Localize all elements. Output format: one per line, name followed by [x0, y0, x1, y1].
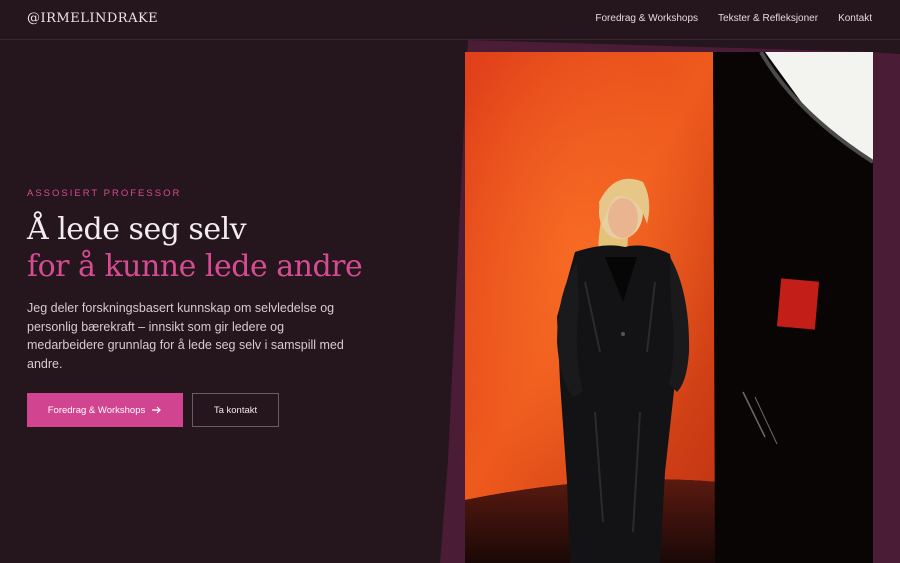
- nav-link-kontakt[interactable]: Kontakt: [838, 13, 872, 24]
- portrait-photo: [465, 52, 873, 563]
- top-navigation: @IRMELINDRAKE Foredrag & Workshops Tekst…: [0, 0, 900, 40]
- foredrag-workshops-button[interactable]: Foredrag & Workshops: [27, 393, 183, 427]
- foredrag-workshops-button-label: Foredrag & Workshops: [47, 404, 146, 416]
- contact-button[interactable]: Ta kontakt: [192, 393, 279, 427]
- hero-lead-text: Jeg deler forskningsbasert kunnskap om s…: [27, 301, 344, 371]
- brand-logo[interactable]: @IRMELINDRAKE: [27, 11, 158, 26]
- arrow-right-icon: [152, 406, 162, 414]
- hero-title-line1: Å lede seg selv: [27, 212, 247, 247]
- nav-link-foredrag[interactable]: Foredrag & Workshops: [595, 13, 698, 24]
- nav-links: Foredrag & Workshops Tekster & Refleksjo…: [595, 13, 872, 24]
- nav-link-tekster[interactable]: Tekster & Refleksjoner: [718, 13, 818, 24]
- hero-eyebrow: ASSOSIERT PROFESSOR: [27, 188, 182, 199]
- hero-title-line2: for å kunne lede andre: [27, 249, 363, 284]
